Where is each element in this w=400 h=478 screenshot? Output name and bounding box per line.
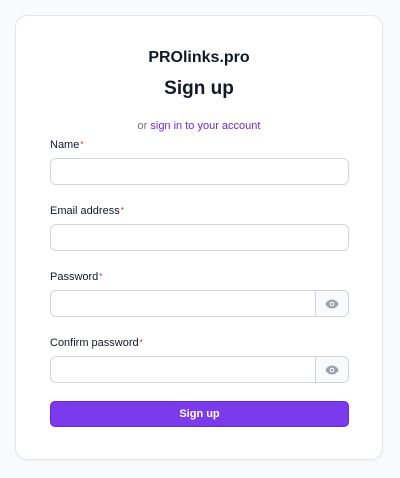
email-label-text: Email address [50, 205, 120, 217]
name-label-text: Name [50, 139, 80, 151]
required-marker: * [120, 206, 124, 215]
email-input-wrapper [50, 224, 349, 251]
required-marker: * [139, 338, 143, 347]
password-input[interactable] [51, 291, 315, 316]
email-label: Email address* [50, 204, 349, 218]
name-input-wrapper [50, 158, 349, 185]
page-title: Sign up [164, 78, 234, 99]
password-field-group: Password* [50, 270, 349, 317]
password-visibility-toggle[interactable] [315, 291, 348, 316]
name-field-group: Name* [50, 138, 349, 185]
name-label: Name* [50, 138, 349, 152]
password-label: Password* [50, 270, 349, 284]
signin-prompt-prefix: or [137, 120, 148, 132]
confirm-password-label-text: Confirm password [50, 337, 139, 349]
required-marker: * [80, 140, 84, 149]
name-input[interactable] [51, 159, 348, 184]
password-input-wrapper [50, 290, 349, 317]
confirm-password-field-group: Confirm password* [50, 336, 349, 383]
signup-card: PROlinks.pro Sign up or sign in to your … [15, 15, 383, 460]
signin-link[interactable]: sign in to your account [150, 120, 260, 132]
email-field-group: Email address* [50, 204, 349, 251]
signin-prompt: or sign in to your account [16, 120, 382, 132]
brand-logo-text: PROlinks.pro [148, 49, 250, 66]
email-input[interactable] [51, 225, 348, 250]
confirm-password-input-wrapper [50, 356, 349, 383]
confirm-password-visibility-toggle[interactable] [315, 357, 348, 382]
password-label-text: Password [50, 271, 99, 283]
confirm-password-label: Confirm password* [50, 336, 349, 350]
required-marker: * [99, 272, 103, 281]
confirm-password-input[interactable] [51, 357, 315, 382]
eye-icon [325, 365, 339, 374]
eye-icon [325, 299, 339, 308]
signup-button[interactable]: Sign up [50, 401, 349, 427]
